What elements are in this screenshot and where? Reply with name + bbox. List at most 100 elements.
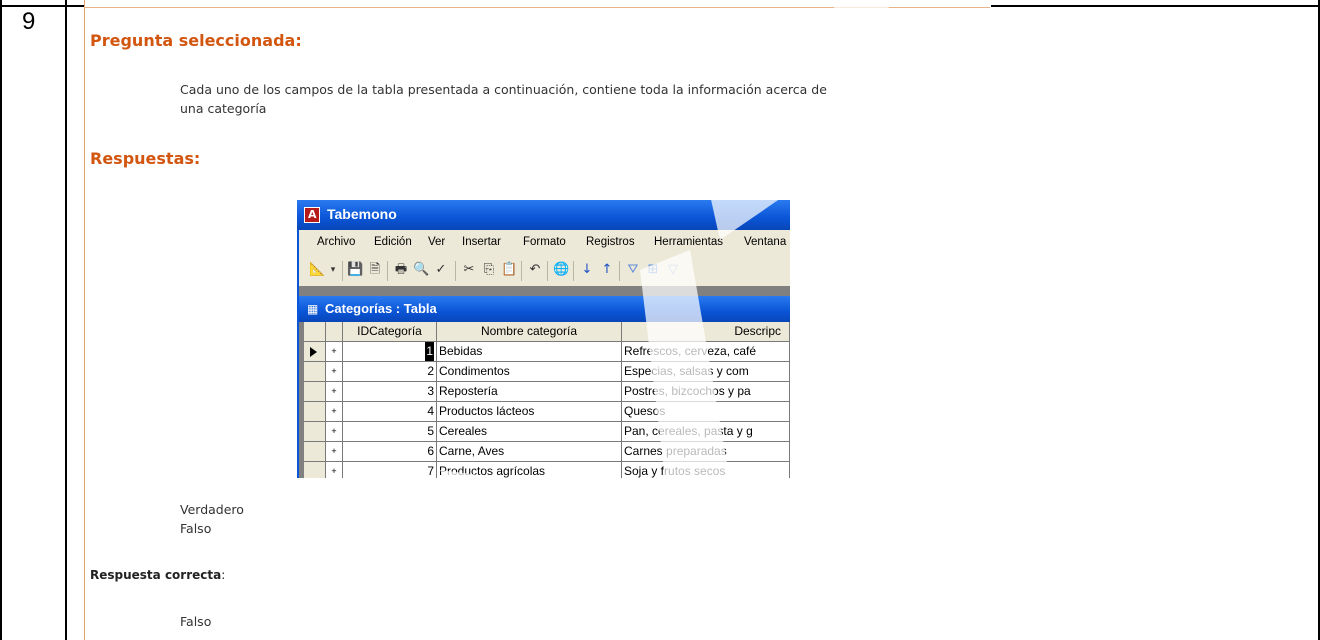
menu-herramientas[interactable]: Herramientas (654, 236, 723, 248)
toolbar-separator (521, 261, 522, 281)
toolbar-separator (455, 261, 456, 281)
cell-description[interactable]: Soja y frutos secos (622, 462, 790, 478)
table-row[interactable]: + 6 Carne, Aves Carnes preparadas (304, 442, 790, 462)
question-text-line2: una categoría (180, 101, 267, 116)
menu-insertar[interactable]: Insertar (462, 236, 501, 248)
print-preview-icon[interactable]: 🔍 (413, 262, 429, 278)
apply-filter-icon[interactable]: ▽ (665, 262, 681, 278)
table-border-column (65, 0, 67, 640)
toolbar-separator (547, 261, 548, 281)
cell-name[interactable]: Bebidas (437, 342, 622, 362)
expand-plus-icon[interactable]: + (326, 402, 343, 422)
cell-description[interactable]: Especias, salsas y com (622, 362, 790, 382)
expand-plus-icon[interactable]: + (326, 382, 343, 402)
column-header-descripcion[interactable]: Descripc (622, 322, 790, 342)
expand-plus-icon[interactable]: + (326, 442, 343, 462)
cell-name[interactable]: Carne, Aves (437, 442, 622, 462)
option-falso[interactable]: Falso (180, 519, 211, 538)
cell-id-value: 1 (425, 342, 434, 361)
table-row[interactable]: + 4 Productos lácteos Quesos (304, 402, 790, 422)
sort-descending-icon[interactable]: ↑ (599, 262, 615, 278)
access-toolbar: 📐 ▾ 💾 🗎 🖶 🔍 ✓ ✂ ⎘ 📋 ↶ 🌐 ↓ ↑ ⛛ ⊞ ▽ (299, 256, 790, 286)
cell-name[interactable]: Productos agrícolas (437, 462, 622, 478)
row-selector[interactable] (304, 442, 326, 462)
cell-name[interactable]: Repostería (437, 382, 622, 402)
undo-icon[interactable]: ↶ (527, 262, 543, 278)
access-titlebar: A Tabemono (297, 200, 790, 230)
toolbar-separator (573, 261, 574, 281)
menu-edicion[interactable]: Edición (374, 236, 412, 248)
menu-registros[interactable]: Registros (586, 236, 635, 248)
row-selector[interactable] (304, 402, 326, 422)
row-selector[interactable] (304, 382, 326, 402)
cell-id[interactable]: 5 (343, 422, 437, 442)
header-selector-corner[interactable] (304, 322, 326, 342)
current-record-arrow-icon (310, 347, 317, 357)
cell-description[interactable]: Quesos (622, 402, 790, 422)
toolbar-separator (619, 261, 620, 281)
cell-id[interactable]: 6 (343, 442, 437, 462)
save-icon[interactable]: 💾 (347, 262, 363, 278)
paste-icon[interactable]: 📋 (501, 262, 517, 278)
row-selector-current[interactable] (304, 342, 326, 362)
file-search-icon[interactable]: 🗎 (367, 262, 383, 278)
cut-icon[interactable]: ✂ (461, 262, 477, 278)
correct-answer-colon: : (221, 568, 226, 582)
menu-archivo[interactable]: Archivo (317, 236, 355, 248)
toolbar-separator (342, 261, 343, 281)
cell-id[interactable]: 4 (343, 402, 437, 422)
expand-plus-icon[interactable]: + (326, 342, 343, 362)
table-row[interactable]: + 1 Bebidas Refrescos, cerveza, café (304, 342, 790, 362)
cell-description[interactable]: Refrescos, cerveza, café (622, 342, 790, 362)
cell-name[interactable]: Condimentos (437, 362, 622, 382)
question-number: 9 (22, 8, 36, 35)
expand-plus-icon[interactable]: + (326, 462, 343, 478)
row-selector[interactable] (304, 462, 326, 478)
access-window-screenshot: A Tabemono Archivo Edición Ver Insertar … (297, 200, 790, 478)
filter-by-form-icon[interactable]: ⊞ (645, 262, 661, 278)
menu-formato[interactable]: Formato (523, 236, 566, 248)
filter-by-selection-icon[interactable]: ⛛ (625, 262, 641, 278)
hyperlink-icon[interactable]: 🌐 (553, 262, 569, 278)
cell-description[interactable]: Carnes preparadas (622, 442, 790, 462)
table-border-left (0, 0, 2, 640)
cell-name[interactable]: Productos lácteos (437, 402, 622, 422)
question-text-line1: Cada uno de los campos de la tabla prese… (180, 82, 827, 97)
expand-plus-icon[interactable]: + (326, 422, 343, 442)
correct-answer-value: Falso (180, 614, 212, 629)
copy-icon[interactable]: ⎘ (481, 262, 497, 278)
menu-ventana[interactable]: Ventana (744, 236, 786, 248)
table-row[interactable]: + 3 Repostería Postres, bizcochos y pa (304, 382, 790, 402)
table-window-titlebar: ▦ Categorías : Tabla (299, 296, 790, 322)
cell-description[interactable]: Pan, cereales, pasta y g (622, 422, 790, 442)
column-header-nombre-categoria[interactable]: Nombre categoría (437, 322, 622, 342)
cell-name[interactable]: Cereales (437, 422, 622, 442)
cell-id[interactable]: 2 (343, 362, 437, 382)
cell-id[interactable]: 3 (343, 382, 437, 402)
datasheet-header-row: IDCategoría Nombre categoría Descripc (304, 322, 790, 342)
option-verdadero[interactable]: Verdadero (180, 500, 244, 519)
table-window-title: Categorías : Tabla (325, 301, 437, 316)
dropdown-arrow-icon[interactable]: ▾ (325, 262, 341, 278)
spelling-icon[interactable]: ✓ (433, 262, 449, 278)
correct-answer-label-text: Respuesta correcta (90, 568, 222, 582)
header-expand-spacer (326, 322, 343, 342)
table-row[interactable]: + 5 Cereales Pan, cereales, pasta y g (304, 422, 790, 442)
table-row[interactable]: + 7 Productos agrícolas Soja y frutos se… (304, 462, 790, 478)
table-icon: ▦ (307, 302, 319, 316)
expand-plus-icon[interactable]: + (326, 362, 343, 382)
cell-description[interactable]: Postres, bizcochos y pa (622, 382, 790, 402)
sort-ascending-icon[interactable]: ↓ (579, 262, 595, 278)
table-row[interactable]: + 2 Condimentos Especias, salsas y com (304, 362, 790, 382)
cell-id[interactable]: 1 (343, 342, 437, 362)
print-icon[interactable]: 🖶 (393, 262, 409, 278)
view-design-icon[interactable]: 📐 (309, 262, 325, 278)
row-selector[interactable] (304, 362, 326, 382)
menu-ver[interactable]: Ver (428, 236, 445, 248)
row-selector[interactable] (304, 422, 326, 442)
cell-id[interactable]: 7 (343, 462, 437, 478)
access-app-icon: A (304, 207, 320, 223)
correct-answer-label: Respuesta correcta: (90, 568, 225, 582)
selected-question-heading: Pregunta seleccionada: (90, 31, 302, 50)
column-header-idcategoria[interactable]: IDCategoría (343, 322, 437, 342)
